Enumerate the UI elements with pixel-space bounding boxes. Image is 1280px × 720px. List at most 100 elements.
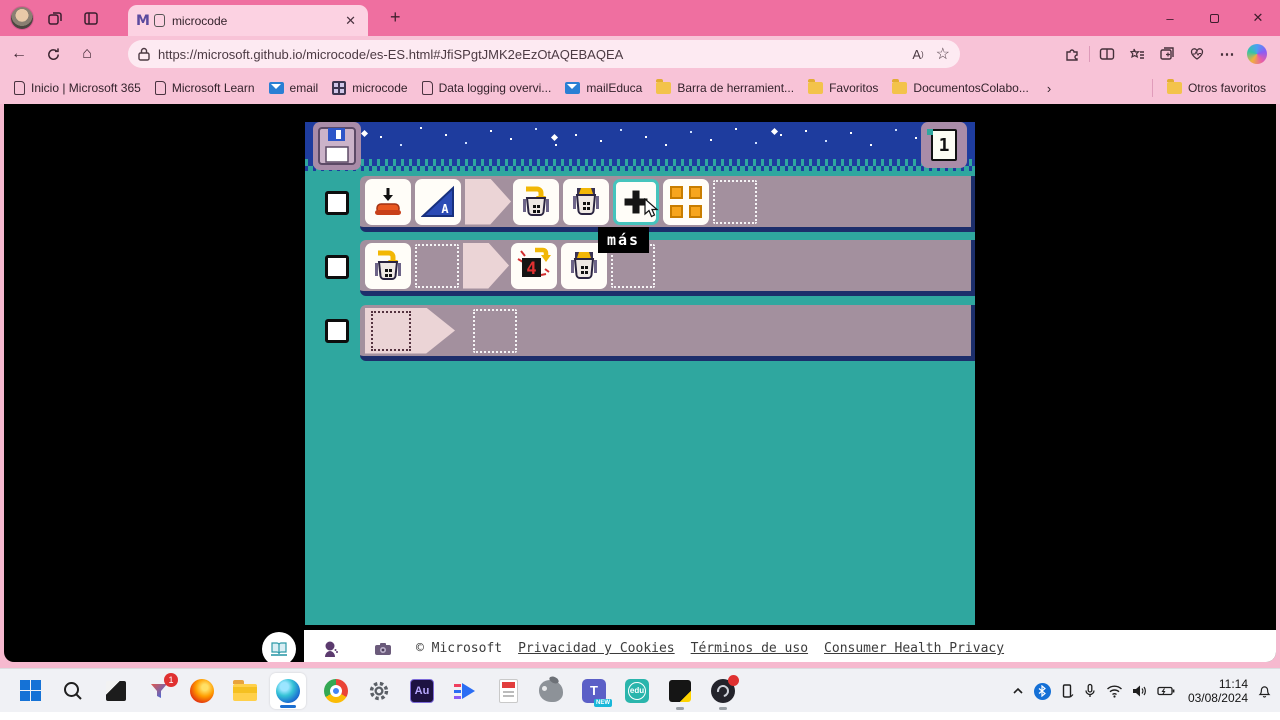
tab-favicon: M bbox=[136, 12, 150, 29]
empty-tile-slot[interactable] bbox=[415, 243, 459, 288]
press-button-tile[interactable] bbox=[365, 178, 411, 225]
empty-tile-slot[interactable] bbox=[473, 308, 517, 353]
terms-link[interactable]: Términos de uso bbox=[691, 641, 808, 656]
browser-toolbar: ← ⌂ https://microsoft.github.io/microcod… bbox=[0, 36, 1280, 72]
mouse-cursor bbox=[644, 197, 659, 224]
bookmark-item[interactable]: mailEduca bbox=[565, 81, 642, 95]
snipping-app-button[interactable] bbox=[103, 678, 129, 704]
bluetooth-icon[interactable] bbox=[1033, 682, 1051, 700]
firefox-icon bbox=[190, 678, 214, 703]
volume-icon[interactable] bbox=[1132, 684, 1148, 698]
bookmark-item[interactable]: DocumentosColabo... bbox=[892, 79, 1029, 95]
chrome-button[interactable] bbox=[323, 678, 349, 704]
audition-icon: Au bbox=[410, 678, 434, 703]
start-button[interactable] bbox=[17, 678, 43, 704]
browser-tab[interactable]: M microcode ✕ bbox=[128, 5, 368, 36]
health-privacy-link[interactable]: Consumer Health Privacy bbox=[824, 641, 1004, 656]
button-a-tile[interactable]: A bbox=[415, 178, 461, 225]
notification-bell-icon[interactable] bbox=[1257, 683, 1272, 699]
taskbar-clock[interactable]: 11:14 03/08/2024 bbox=[1188, 677, 1248, 705]
file-explorer-button[interactable] bbox=[232, 678, 258, 704]
rule-checkbox[interactable] bbox=[325, 319, 349, 343]
window-restore-button[interactable] bbox=[1192, 0, 1236, 36]
browser-tab-strip: M microcode ✕ + – ✕ bbox=[0, 0, 1280, 36]
assistant-button[interactable] bbox=[314, 632, 348, 662]
audition-button[interactable]: Au bbox=[409, 678, 435, 704]
rule-checkbox[interactable] bbox=[325, 255, 349, 279]
rule-row: A bbox=[360, 176, 975, 232]
page-select-button[interactable]: 1 bbox=[921, 122, 967, 168]
notifications-app-button[interactable]: 1 bbox=[146, 672, 178, 704]
profile-avatar[interactable] bbox=[10, 6, 34, 30]
clock-date: 03/08/2024 bbox=[1187, 691, 1248, 705]
new-tab-button[interactable]: + bbox=[382, 7, 409, 28]
tab-close-icon[interactable]: ✕ bbox=[341, 11, 360, 31]
window-close-button[interactable]: ✕ bbox=[1236, 0, 1280, 36]
obs-button[interactable] bbox=[710, 674, 739, 710]
screenshot-button[interactable] bbox=[366, 632, 400, 662]
workspaces-icon[interactable] bbox=[40, 4, 70, 32]
firefox-button[interactable] bbox=[189, 678, 215, 704]
empty-when-arrow[interactable] bbox=[365, 307, 455, 354]
usb-device-icon[interactable] bbox=[1060, 683, 1074, 699]
page-icon bbox=[154, 81, 166, 95]
favorites-icon[interactable] bbox=[1122, 39, 1152, 69]
split-screen-icon[interactable] bbox=[1092, 39, 1122, 69]
url-text[interactable]: https://microsoft.github.io/microcode/es… bbox=[158, 47, 900, 62]
search-button[interactable] bbox=[60, 678, 86, 704]
edge-button[interactable] bbox=[270, 672, 306, 709]
value-4-tile[interactable]: 4 bbox=[511, 242, 557, 289]
battery-icon[interactable] bbox=[1157, 685, 1175, 697]
cup-x-tile[interactable] bbox=[563, 178, 609, 225]
svg-text:4: 4 bbox=[526, 259, 536, 279]
tray-chevron-icon[interactable] bbox=[1011, 684, 1025, 698]
address-bar[interactable]: https://microsoft.github.io/microcode/es… bbox=[128, 40, 960, 68]
copilot-icon[interactable] bbox=[1242, 39, 1272, 69]
refresh-button[interactable] bbox=[38, 39, 68, 69]
bookmark-item[interactable]: microcode bbox=[332, 81, 408, 95]
home-button[interactable]: ⌂ bbox=[72, 39, 102, 69]
rule-row bbox=[360, 305, 975, 361]
privacy-link[interactable]: Privacidad y Cookies bbox=[518, 641, 675, 656]
microphone-icon[interactable] bbox=[1083, 683, 1097, 699]
settings-button[interactable] bbox=[366, 678, 392, 704]
bookmark-item[interactable]: email bbox=[268, 81, 318, 95]
back-button[interactable]: ← bbox=[4, 39, 34, 69]
led-grid-tile[interactable] bbox=[663, 178, 709, 225]
bookmark-item[interactable]: Favoritos bbox=[808, 79, 878, 95]
camera-icon bbox=[375, 643, 391, 655]
pour-into-cup-tile[interactable] bbox=[365, 242, 411, 289]
edu-app-button[interactable]: edu bbox=[624, 678, 650, 704]
page-1-icon: 1 bbox=[927, 129, 957, 161]
save-disk-button[interactable] bbox=[313, 122, 361, 170]
read-aloud-icon[interactable]: A) bbox=[912, 47, 923, 62]
mail-icon bbox=[565, 82, 581, 94]
folder-icon bbox=[1166, 79, 1182, 94]
bookmark-item[interactable]: Inicio | Microsoft 365 bbox=[14, 81, 141, 95]
window-minimize-button[interactable]: – bbox=[1148, 0, 1192, 36]
teams-button[interactable]: T NEW bbox=[581, 678, 612, 707]
gimp-icon bbox=[539, 679, 563, 702]
microcode-page: 1 A 4 más © Microsoft Privacidad y Cooki… bbox=[4, 104, 1276, 662]
collections-icon[interactable] bbox=[1152, 39, 1182, 69]
settings-more-icon[interactable]: ⋯ bbox=[1212, 39, 1242, 69]
wifi-icon[interactable] bbox=[1106, 684, 1123, 698]
bookmark-item[interactable]: Data logging overvi... bbox=[421, 81, 551, 95]
document-app-button[interactable] bbox=[495, 678, 521, 704]
tab-actions-icon[interactable] bbox=[76, 4, 106, 32]
bookmark-item[interactable]: Barra de herramient... bbox=[656, 79, 794, 95]
bookmarks-overflow-chevron[interactable]: › bbox=[1047, 81, 1051, 96]
capture-app-button[interactable] bbox=[667, 678, 693, 710]
media-app-button[interactable] bbox=[452, 678, 478, 704]
favorite-star-icon[interactable]: ☆ bbox=[936, 44, 950, 64]
pour-into-cup-tile[interactable] bbox=[513, 178, 559, 225]
docs-book-button[interactable] bbox=[262, 632, 296, 662]
bookmark-item[interactable]: Microsoft Learn bbox=[154, 81, 255, 95]
floppy-disk-icon bbox=[318, 127, 356, 165]
gimp-button[interactable] bbox=[538, 678, 564, 704]
rule-checkbox[interactable] bbox=[325, 191, 349, 215]
extensions-icon[interactable] bbox=[1057, 39, 1087, 69]
browser-essentials-icon[interactable] bbox=[1182, 39, 1212, 69]
other-favorites-button[interactable]: Otros favoritos bbox=[1166, 79, 1266, 95]
empty-tile-slot[interactable] bbox=[713, 179, 757, 224]
